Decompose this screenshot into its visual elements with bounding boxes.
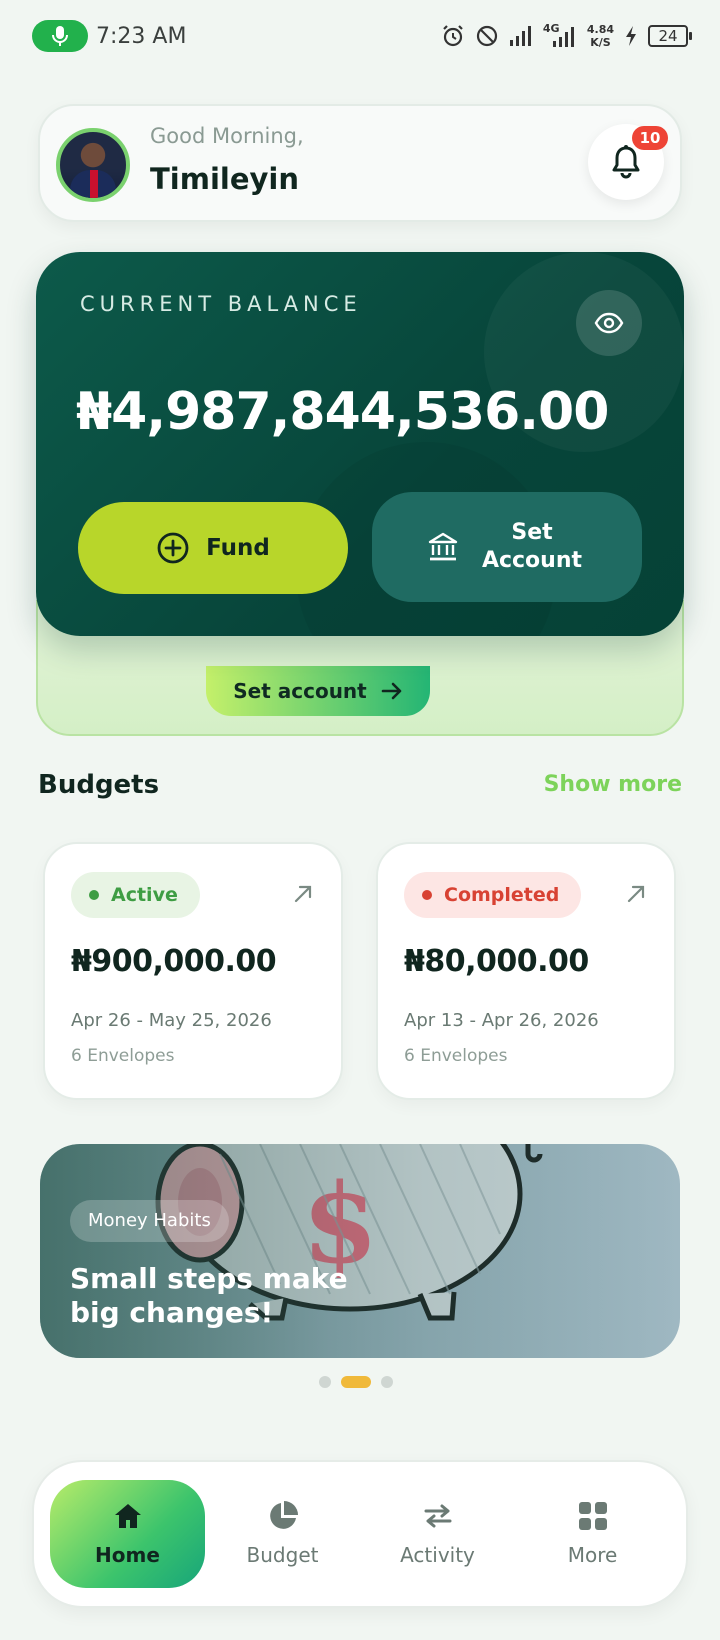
- set-account-link-button[interactable]: Set account: [206, 666, 430, 716]
- arrow-right-icon: [381, 682, 402, 700]
- carousel-dot[interactable]: [381, 1376, 393, 1388]
- transfer-arrows-icon: [424, 1504, 451, 1528]
- arrow-up-right-icon[interactable]: [293, 884, 313, 904]
- bank-icon: [428, 532, 458, 561]
- nav-activity[interactable]: Activity: [360, 1480, 515, 1588]
- budget-amount: ₦80,000.00: [404, 944, 589, 979]
- budget-date-range: Apr 26 - May 25, 2026: [71, 1010, 272, 1031]
- avatar[interactable]: [56, 128, 130, 202]
- balance-amount: ₦4,987,844,536.00: [76, 382, 609, 442]
- carousel-indicator: [0, 1376, 716, 1388]
- budget-date-range: Apr 13 - Apr 26, 2026: [404, 1010, 599, 1031]
- status-badge: Completed: [404, 872, 582, 918]
- carousel-dot[interactable]: [319, 1376, 331, 1388]
- do-not-disturb-icon: [476, 25, 497, 47]
- signal-icon: [509, 26, 531, 46]
- promo-tag: Money Habits: [70, 1200, 229, 1242]
- charging-icon: [626, 26, 636, 46]
- greeting-text: Good Morning,: [150, 124, 304, 148]
- signal-4g-indicator: 4G: [543, 22, 577, 48]
- fund-button[interactable]: Fund: [78, 502, 348, 594]
- budgets-section-title: Budgets: [38, 770, 160, 800]
- alarm-icon: [443, 25, 463, 47]
- bell-icon: [612, 145, 640, 179]
- network-speed: 4.84 K/S: [586, 23, 614, 49]
- battery-indicator: 24: [648, 25, 692, 47]
- grid-icon: [578, 1502, 607, 1530]
- budget-envelope-count: 6 Envelopes: [71, 1046, 175, 1066]
- show-more-link[interactable]: Show more: [544, 772, 682, 797]
- nav-home[interactable]: Home: [50, 1480, 205, 1588]
- balance-card: CURRENT BALANCE ₦4,987,844,536.00 Fund S…: [36, 252, 684, 636]
- microphone-indicator: [32, 20, 88, 52]
- money-habits-banner[interactable]: $ Money Habits Small steps make big chan…: [40, 1144, 680, 1358]
- home-icon: [114, 1504, 141, 1528]
- eye-icon: [594, 312, 624, 334]
- notifications-button[interactable]: 10: [588, 124, 668, 200]
- balance-label: CURRENT BALANCE: [80, 292, 362, 316]
- arrow-up-right-icon[interactable]: [626, 884, 646, 904]
- budget-card[interactable]: Active ₦900,000.00 Apr 26 - May 25, 2026…: [43, 842, 343, 1100]
- greeting-header: Good Morning, Timileyin 10: [38, 104, 682, 222]
- carousel-dot-active[interactable]: [341, 1376, 371, 1388]
- pie-chart-icon: [269, 1501, 298, 1529]
- promo-title: Small steps make big changes!: [70, 1262, 348, 1329]
- status-bar: 7:23 AM 4G 4.84 K/S 24: [0, 0, 720, 72]
- microphone-icon: [52, 26, 68, 46]
- toggle-balance-visibility-button[interactable]: [576, 290, 642, 356]
- signal-icon: [552, 27, 574, 47]
- budget-card[interactable]: Completed ₦80,000.00 Apr 13 - Apr 26, 20…: [376, 842, 676, 1100]
- nav-budget[interactable]: Budget: [205, 1480, 360, 1588]
- bottom-navigation: Home Budget Activity More: [32, 1460, 688, 1608]
- budget-envelope-count: 6 Envelopes: [404, 1046, 508, 1066]
- status-badge: Active: [71, 872, 200, 918]
- status-time: 7:23 AM: [96, 23, 187, 49]
- budget-amount: ₦900,000.00: [71, 944, 277, 979]
- username: Timileyin: [150, 162, 299, 196]
- nav-more[interactable]: More: [515, 1480, 670, 1588]
- plus-circle-icon: [157, 532, 189, 564]
- notification-count-badge: 10: [632, 126, 668, 150]
- set-account-button[interactable]: Set Account: [372, 492, 642, 602]
